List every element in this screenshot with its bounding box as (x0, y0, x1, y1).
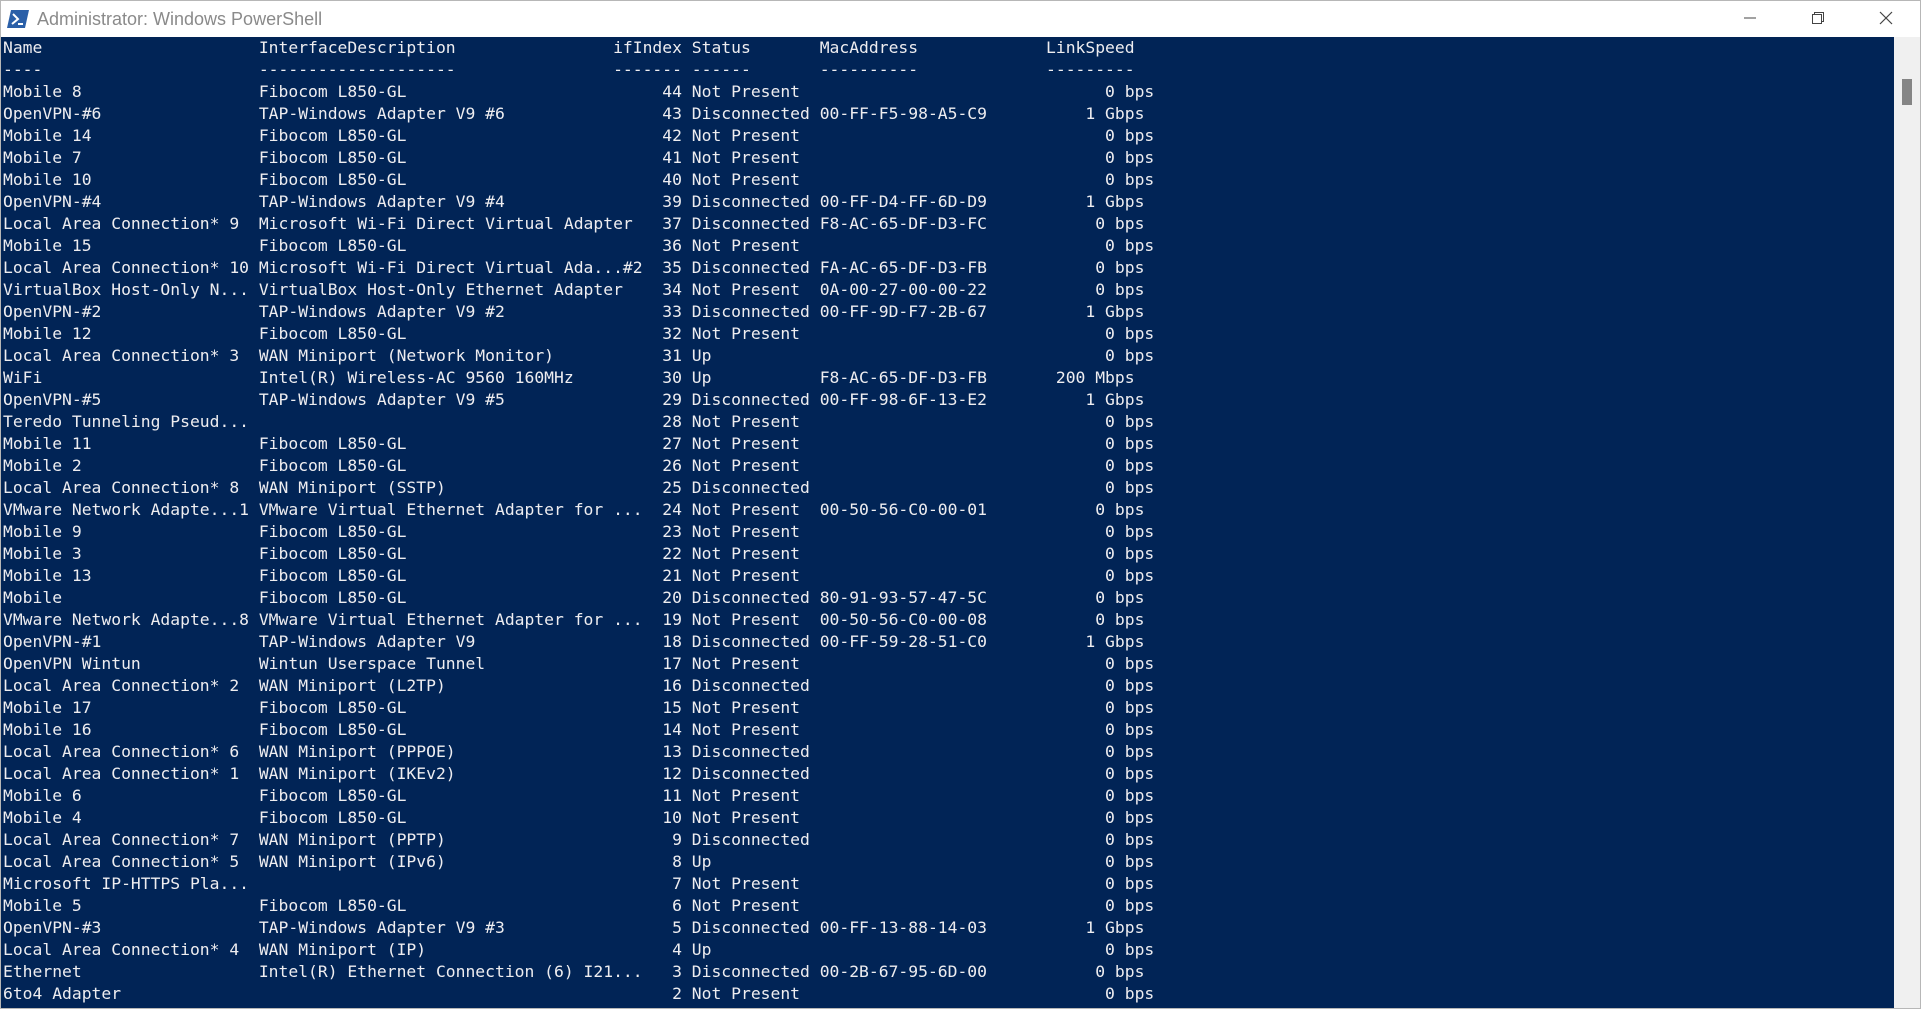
adapter-row: WiFi Intel(R) Wireless-AC 9560 160MHz 30… (3, 368, 1135, 387)
adapter-row: Mobile 17 Fibocom L850-GL 15 Not Present… (3, 698, 1155, 717)
adapter-row: Ethernet Intel(R) Ethernet Connection (6… (3, 962, 1145, 981)
adapter-row: OpenVPN Wintun Wintun Userspace Tunnel 1… (3, 654, 1155, 673)
adapter-row: Local Area Connection* 9 Microsoft Wi-Fi… (3, 214, 1145, 233)
powershell-icon[interactable] (6, 8, 30, 30)
adapter-row: Mobile 8 Fibocom L850-GL 44 Not Present … (3, 82, 1155, 101)
adapter-row: Mobile 15 Fibocom L850-GL 36 Not Present… (3, 236, 1155, 255)
window-title: Administrator: Windows PowerShell (37, 8, 323, 29)
adapter-rows: Mobile 8 Fibocom L850-GL 44 Not Present … (3, 81, 1894, 1005)
window-controls (1716, 1, 1920, 37)
adapter-row: Local Area Connection* 1 WAN Miniport (I… (3, 764, 1155, 783)
adapter-row: Mobile 5 Fibocom L850-GL 6 Not Present 0… (3, 896, 1155, 915)
close-icon (1879, 10, 1893, 29)
console-output-area[interactable]: Name InterfaceDescription ifIndex Status… (1, 37, 1894, 1008)
adapter-row: Mobile Fibocom L850-GL 20 Disconnected 8… (3, 588, 1145, 607)
adapter-row: 6to4 Adapter 2 Not Present 0 bps (3, 984, 1155, 1003)
adapter-row: OpenVPN-#2 TAP-Windows Adapter V9 #2 33 … (3, 302, 1145, 321)
adapter-row: Local Area Connection* 6 WAN Miniport (P… (3, 742, 1155, 761)
adapter-row: Local Area Connection* 4 WAN Miniport (I… (3, 940, 1155, 959)
column-separator-row: ---- -------------------- ------- ------… (3, 60, 1135, 79)
adapter-row: Local Area Connection* 8 WAN Miniport (S… (3, 478, 1155, 497)
adapter-row: Mobile 12 Fibocom L850-GL 32 Not Present… (3, 324, 1155, 343)
adapter-row: Local Area Connection* 2 WAN Miniport (L… (3, 676, 1155, 695)
close-button[interactable] (1852, 1, 1920, 37)
adapter-row: VMware Network Adapte...1 VMware Virtual… (3, 500, 1145, 519)
adapter-row: OpenVPN-#6 TAP-Windows Adapter V9 #6 43 … (3, 104, 1145, 123)
adapter-row: Mobile 7 Fibocom L850-GL 41 Not Present … (3, 148, 1155, 167)
adapter-row: Mobile 9 Fibocom L850-GL 23 Not Present … (3, 522, 1155, 541)
adapter-row: Mobile 3 Fibocom L850-GL 22 Not Present … (3, 544, 1155, 563)
console-text: Name InterfaceDescription ifIndex Status… (1, 37, 1894, 1005)
adapter-row: Mobile 4 Fibocom L850-GL 10 Not Present … (3, 808, 1155, 827)
restore-icon (1811, 10, 1825, 29)
adapter-row: Local Area Connection* 3 WAN Miniport (N… (3, 346, 1155, 365)
adapter-row: Local Area Connection* 7 WAN Miniport (P… (3, 830, 1155, 849)
powershell-window: Administrator: Windows PowerShell Name I… (0, 0, 1921, 1009)
adapter-row: Local Area Connection* 10 Microsoft Wi-F… (3, 258, 1145, 277)
adapter-row: Microsoft IP-HTTPS Pla... 7 Not Present … (3, 874, 1155, 893)
adapter-row: VMware Network Adapte...8 VMware Virtual… (3, 610, 1145, 629)
adapter-row: Teredo Tunneling Pseud... 28 Not Present… (3, 412, 1155, 431)
column-header-row: Name InterfaceDescription ifIndex Status… (3, 38, 1135, 57)
title-bar[interactable]: Administrator: Windows PowerShell (1, 1, 1920, 37)
adapter-row: Mobile 16 Fibocom L850-GL 14 Not Present… (3, 720, 1155, 739)
adapter-row: OpenVPN-#1 TAP-Windows Adapter V9 18 Dis… (3, 632, 1145, 651)
adapter-row: Mobile 6 Fibocom L850-GL 11 Not Present … (3, 786, 1155, 805)
restore-button[interactable] (1784, 1, 1852, 37)
minimize-button[interactable] (1716, 1, 1784, 37)
adapter-row: Mobile 10 Fibocom L850-GL 40 Not Present… (3, 170, 1155, 189)
minimize-icon (1743, 10, 1757, 29)
adapter-row: OpenVPN-#3 TAP-Windows Adapter V9 #3 5 D… (3, 918, 1145, 937)
adapter-row: VirtualBox Host-Only N... VirtualBox Hos… (3, 280, 1145, 299)
adapter-row: Local Area Connection* 5 WAN Miniport (I… (3, 852, 1155, 871)
adapter-row: Mobile 14 Fibocom L850-GL 42 Not Present… (3, 126, 1155, 145)
adapter-row: OpenVPN-#4 TAP-Windows Adapter V9 #4 39 … (3, 192, 1145, 211)
adapter-row: Mobile 13 Fibocom L850-GL 21 Not Present… (3, 566, 1155, 585)
scrollbar-thumb[interactable] (1902, 79, 1912, 105)
adapter-row: Mobile 2 Fibocom L850-GL 26 Not Present … (3, 456, 1155, 475)
adapter-row: Mobile 11 Fibocom L850-GL 27 Not Present… (3, 434, 1155, 453)
vertical-scrollbar[interactable] (1894, 37, 1920, 1008)
adapter-row: OpenVPN-#5 TAP-Windows Adapter V9 #5 29 … (3, 390, 1145, 409)
